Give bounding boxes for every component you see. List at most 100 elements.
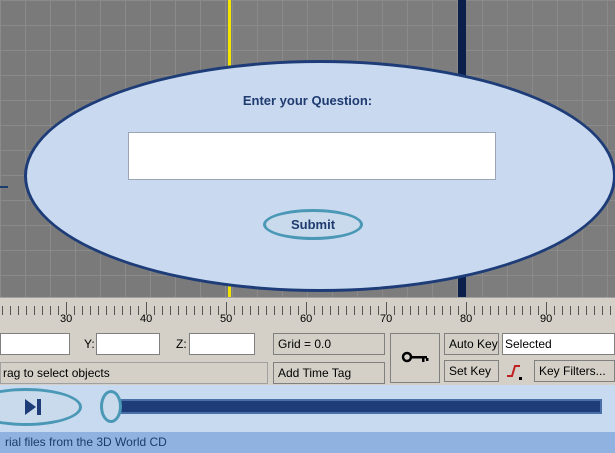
grid-readout: Grid = 0.0	[273, 333, 385, 355]
ruler-tick	[538, 306, 539, 315]
y-label: Y:	[84, 337, 95, 351]
ruler-tick	[2, 306, 3, 315]
ruler-tick	[602, 306, 603, 315]
ruler-tick	[474, 306, 475, 315]
ruler-tick	[106, 306, 107, 315]
ruler-tick	[18, 306, 19, 315]
ruler-tick	[242, 306, 243, 315]
z-coordinate-field[interactable]	[189, 333, 255, 355]
ruler-tick	[194, 306, 195, 315]
ruler-tick	[394, 306, 395, 315]
ruler-tick	[274, 306, 275, 315]
ruler-tick	[354, 306, 355, 315]
ruler-label: 50	[220, 313, 233, 325]
ruler-tick	[586, 306, 587, 315]
ruler-tick	[298, 306, 299, 315]
time-slider-handle[interactable]	[100, 390, 122, 423]
ruler-tick	[26, 306, 27, 315]
ruler-tick	[570, 306, 571, 315]
ruler-tick	[234, 306, 235, 315]
ruler-tick	[138, 306, 139, 315]
ruler-tick	[322, 306, 323, 315]
ruler-tick	[418, 306, 419, 315]
viewport-axis-marker	[0, 186, 8, 188]
set-key-button[interactable]: Set Key	[444, 360, 499, 382]
ruler-tick	[162, 306, 163, 315]
key-selection-dropdown[interactable]: Selected	[502, 333, 615, 355]
ruler-tick	[90, 306, 91, 315]
ruler-tick	[74, 306, 75, 315]
ruler-label: 80	[460, 313, 473, 325]
ruler-tick	[314, 306, 315, 315]
y-coordinate-field[interactable]	[96, 333, 160, 355]
ruler-tick	[34, 306, 35, 315]
ruler-tick	[434, 306, 435, 315]
ruler-label: 90	[540, 313, 553, 325]
ruler-tick	[290, 306, 291, 315]
ruler-tick	[410, 306, 411, 315]
ruler-tick	[378, 306, 379, 315]
ruler-tick	[562, 306, 563, 315]
submit-button[interactable]: Submit	[263, 209, 363, 240]
ruler-tick	[58, 306, 59, 315]
ruler-tick	[178, 306, 179, 315]
ruler-tick	[578, 306, 579, 315]
ruler-tick	[42, 306, 43, 315]
ruler-tick	[98, 306, 99, 315]
ruler-tick	[426, 306, 427, 315]
ruler-tick	[450, 306, 451, 315]
ruler-tick	[362, 306, 363, 315]
key-icon	[401, 351, 429, 363]
ruler-tick	[338, 306, 339, 315]
ruler-tick	[130, 306, 131, 315]
ruler-tick	[202, 306, 203, 315]
ruler-tick	[250, 306, 251, 315]
z-label: Z:	[176, 337, 187, 351]
ruler-tick	[266, 306, 267, 315]
ruler-tick	[498, 306, 499, 315]
ruler-tick	[594, 306, 595, 315]
ruler-label: 60	[300, 313, 313, 325]
key-filters-button[interactable]: Key Filters...	[534, 360, 615, 382]
ruler-tick	[122, 306, 123, 315]
add-time-tag-button[interactable]: Add Time Tag	[273, 362, 385, 384]
ruler-tick	[370, 306, 371, 315]
ruler-tick	[458, 306, 459, 315]
ruler-tick	[490, 306, 491, 315]
ruler-tick	[170, 306, 171, 315]
ruler-tick	[218, 306, 219, 315]
ruler-tick	[346, 306, 347, 315]
playback-bar	[0, 385, 615, 432]
set-key-mode-button[interactable]	[390, 333, 440, 383]
key-tangent-icon[interactable]	[503, 360, 527, 382]
ruler-tick	[50, 306, 51, 315]
time-slider-track[interactable]	[112, 399, 602, 414]
question-input[interactable]	[128, 132, 496, 180]
play-next-icon	[25, 399, 41, 415]
ruler-tick	[330, 306, 331, 315]
ruler-tick	[506, 306, 507, 315]
ruler-tick	[442, 306, 443, 315]
ruler-tick	[522, 306, 523, 315]
question-title: Enter your Question:	[242, 93, 373, 108]
ruler-tick	[82, 306, 83, 315]
ruler-tick	[530, 306, 531, 315]
ruler-tick	[402, 306, 403, 315]
ruler-tick	[114, 306, 115, 315]
footer-status-text: rial files from the 3D World CD	[0, 432, 615, 453]
ruler-tick	[282, 306, 283, 315]
ruler-label: 40	[140, 313, 153, 325]
status-panel: Y: Z: Grid = 0.0 rag to select objects A…	[0, 329, 615, 385]
ruler-tick	[514, 306, 515, 315]
ruler-tick	[186, 306, 187, 315]
ruler-label: 70	[380, 313, 393, 325]
auto-key-button[interactable]: Auto Key	[444, 333, 499, 355]
prompt-line: rag to select objects	[0, 362, 268, 384]
ruler-tick	[258, 306, 259, 315]
ruler-tick	[554, 306, 555, 315]
x-coordinate-field[interactable]	[0, 333, 70, 355]
ruler-tick	[210, 306, 211, 315]
time-ruler[interactable]: 30 40 50 60 70 80 90	[0, 297, 615, 330]
ruler-tick	[10, 306, 11, 315]
ruler-tick	[482, 306, 483, 315]
